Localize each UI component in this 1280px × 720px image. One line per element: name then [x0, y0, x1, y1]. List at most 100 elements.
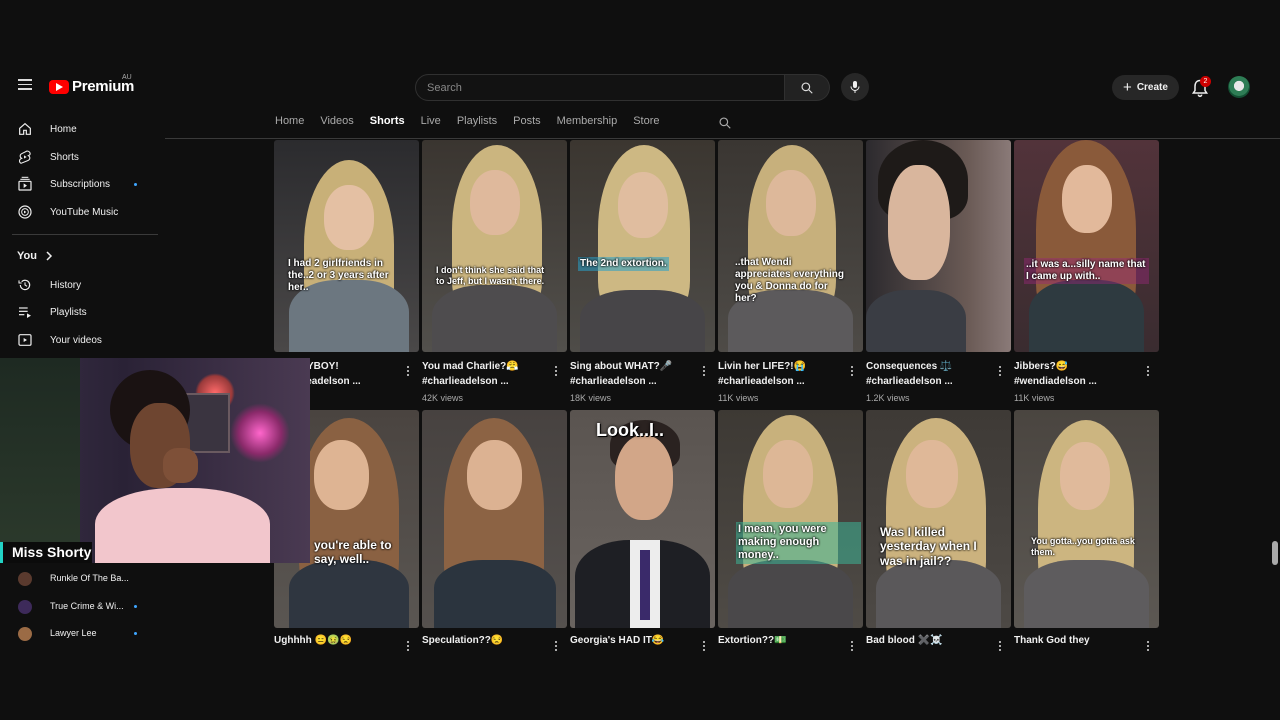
- short-thumbnail[interactable]: ..it was a...silly name that I came up w…: [1014, 140, 1159, 352]
- short-thumbnail[interactable]: You gotta..you gotta ask them.: [1014, 410, 1159, 628]
- short-thumbnail[interactable]: I mean, you were making enough money..: [718, 410, 863, 628]
- short-card[interactable]: You gotta..you gotta ask them. Thank God…: [1014, 410, 1159, 655]
- channel-avatar: [18, 600, 32, 614]
- short-card[interactable]: Was I killed yesterday when I was in jai…: [866, 410, 1011, 655]
- tab-home[interactable]: Home: [275, 115, 304, 135]
- short-caption: I don't think she said that to Jeff, but…: [436, 265, 545, 286]
- sidebar-item-home[interactable]: Home: [0, 116, 160, 142]
- youtube-premium-logo[interactable]: Premium AU: [49, 74, 134, 95]
- tab-shorts[interactable]: Shorts: [370, 115, 405, 135]
- plus-icon: +: [1123, 79, 1132, 96]
- short-caption: ..that Wendi appreciates everything you …: [735, 257, 844, 304]
- create-label: Create: [1136, 82, 1168, 93]
- more-actions-icon[interactable]: [699, 639, 709, 653]
- short-thumbnail[interactable]: I had 2 girlfriends in the..2 or 3 years…: [274, 140, 419, 352]
- more-actions-icon[interactable]: [995, 364, 1005, 378]
- short-title: Livin her LIFE?!😭: [718, 361, 807, 372]
- more-actions-icon[interactable]: [1143, 639, 1153, 653]
- tab-posts[interactable]: Posts: [513, 115, 541, 135]
- short-card[interactable]: Consequences ⚖️ #charlieadelson ... 1.2K…: [866, 140, 1011, 410]
- short-thumbnail[interactable]: Look..I..: [570, 410, 715, 628]
- sidebar-item-label: Subscriptions: [50, 178, 111, 190]
- search-input[interactable]: [415, 74, 785, 101]
- short-card[interactable]: Look..I.. Georgia's HAD IT😂: [570, 410, 715, 655]
- short-card[interactable]: Speculation??😒: [422, 410, 567, 655]
- subscription-channel[interactable]: True Crime & Wi...: [0, 596, 160, 618]
- channel-name: True Crime & Wi...: [50, 601, 124, 611]
- create-button[interactable]: + Create: [1112, 75, 1179, 100]
- history-icon: [18, 279, 31, 291]
- short-views: 11K views: [718, 393, 759, 403]
- voice-search-button[interactable]: [841, 73, 869, 101]
- short-tag: #charlieadelson ...: [718, 376, 805, 387]
- short-card[interactable]: ..that Wendi appreciates everything you …: [718, 140, 863, 410]
- new-content-dot: [134, 605, 137, 608]
- more-actions-icon[interactable]: [847, 364, 857, 378]
- sidebar-item-playlists[interactable]: Playlists: [0, 299, 160, 325]
- short-thumbnail[interactable]: I don't think she said that to Jeff, but…: [422, 140, 567, 352]
- subscription-channel[interactable]: Lawyer Lee: [0, 623, 160, 645]
- tab-store[interactable]: Store: [633, 115, 659, 135]
- short-caption: I had 2 girlfriends in the..2 or 3 years…: [288, 258, 389, 293]
- sidebar-item-youtube-music[interactable]: YouTube Music: [0, 199, 160, 225]
- channel-tabs: Home Videos Shorts Live Playlists Posts …: [275, 115, 731, 135]
- short-thumbnail[interactable]: ..that Wendi appreciates everything you …: [718, 140, 863, 352]
- short-caption: I mean, you were making enough money..: [736, 522, 861, 564]
- more-actions-icon[interactable]: [1143, 364, 1153, 378]
- short-card[interactable]: I don't think she said that to Jeff, but…: [422, 140, 567, 410]
- sidebar-item-label: Your videos: [50, 334, 102, 346]
- sidebar-item-shorts[interactable]: Shorts: [0, 144, 160, 170]
- tab-videos[interactable]: Videos: [320, 115, 353, 135]
- shorts-grid: I had 2 girlfriends in the..2 or 3 years…: [274, 140, 1164, 655]
- subscription-channel[interactable]: Runkle Of The Ba...: [0, 568, 160, 590]
- search-bar: [415, 74, 830, 101]
- top-bar: Premium AU + Create 2: [0, 70, 1280, 104]
- notification-count-badge: 2: [1200, 76, 1211, 87]
- shorts-icon: [18, 150, 31, 164]
- short-thumbnail[interactable]: [866, 140, 1011, 352]
- tabs-divider: [165, 138, 1280, 139]
- sidebar-item-history[interactable]: History: [0, 272, 160, 298]
- short-title: Extortion??💵: [718, 635, 787, 646]
- subscriptions-icon: [18, 176, 32, 191]
- new-content-dot: [134, 632, 137, 635]
- short-card[interactable]: The 2nd extortion. Sing about WHAT?🎤 #ch…: [570, 140, 715, 410]
- scrollbar-thumb[interactable]: [1272, 541, 1278, 565]
- more-actions-icon[interactable]: [403, 639, 413, 653]
- short-title: You mad Charlie?😤: [422, 361, 519, 372]
- home-icon: [19, 122, 31, 135]
- sidebar-item-your-videos[interactable]: Your videos: [0, 327, 160, 353]
- tab-live[interactable]: Live: [421, 115, 441, 135]
- more-actions-icon[interactable]: [551, 639, 561, 653]
- more-actions-icon[interactable]: [403, 364, 413, 378]
- short-title: Georgia's HAD IT😂: [570, 635, 665, 646]
- short-thumbnail[interactable]: [422, 410, 567, 628]
- short-tag: #charlieadelson ...: [866, 376, 953, 387]
- tab-membership[interactable]: Membership: [557, 115, 618, 135]
- short-caption: The 2nd extortion.: [578, 257, 669, 271]
- short-card[interactable]: ..it was a...silly name that I came up w…: [1014, 140, 1159, 410]
- you-section-heading[interactable]: You: [17, 250, 53, 262]
- channel-name: Runkle Of The Ba...: [50, 573, 129, 583]
- youtube-music-icon: [18, 205, 32, 219]
- short-caption: ..it was a...silly name that I came up w…: [1024, 258, 1149, 284]
- sidebar-item-subscriptions[interactable]: Subscriptions: [0, 171, 160, 197]
- tab-playlists[interactable]: Playlists: [457, 115, 497, 135]
- more-actions-icon[interactable]: [847, 639, 857, 653]
- more-actions-icon[interactable]: [995, 639, 1005, 653]
- channel-search-icon[interactable]: [718, 116, 732, 130]
- account-avatar[interactable]: [1228, 76, 1250, 98]
- short-title: Bad blood ✖️☠️: [866, 635, 943, 646]
- more-actions-icon[interactable]: [551, 364, 561, 378]
- short-caption: You gotta..you gotta ask them.: [1031, 536, 1135, 557]
- search-button[interactable]: [785, 74, 830, 101]
- menu-icon[interactable]: [14, 76, 36, 98]
- more-actions-icon[interactable]: [699, 364, 709, 378]
- microphone-icon: [850, 81, 860, 93]
- short-card[interactable]: I mean, you were making enough money.. E…: [718, 410, 863, 655]
- sidebar-item-label: Home: [50, 123, 77, 135]
- short-caption: Was I killed yesterday when I was in jai…: [880, 525, 977, 568]
- short-thumbnail[interactable]: Was I killed yesterday when I was in jai…: [866, 410, 1011, 628]
- short-views: 1.2K views: [866, 393, 910, 403]
- short-thumbnail[interactable]: The 2nd extortion.: [570, 140, 715, 352]
